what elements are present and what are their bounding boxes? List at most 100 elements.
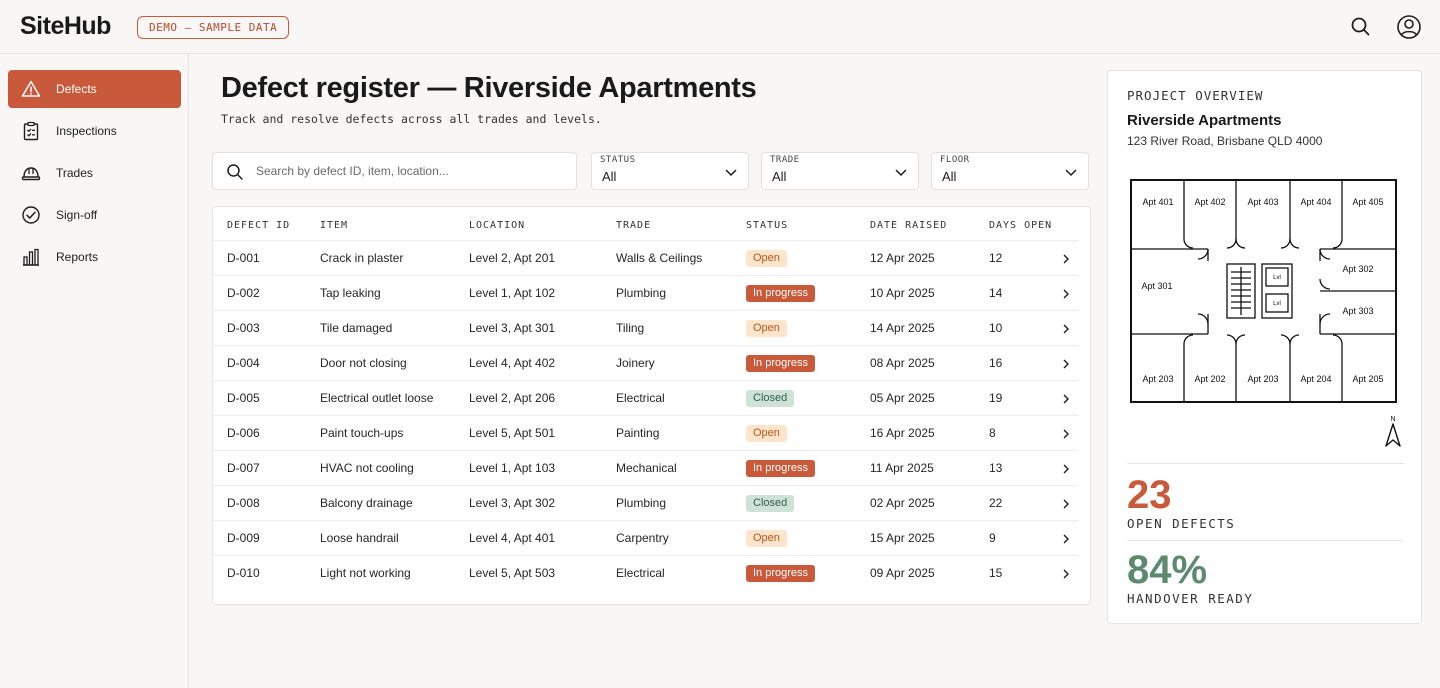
unit-label: Apt 203 bbox=[1142, 374, 1173, 384]
defect-trade: Mechanical bbox=[616, 461, 677, 475]
defect-date: 08 Apr 2025 bbox=[870, 356, 935, 370]
status-badge: Open bbox=[746, 320, 787, 337]
chevron-right-icon[interactable] bbox=[1061, 428, 1071, 440]
chevron-right-icon[interactable] bbox=[1061, 568, 1071, 580]
defect-item: HVAC not cooling bbox=[320, 461, 414, 475]
status-badge: Open bbox=[746, 425, 787, 442]
defect-days-open: 9 bbox=[989, 531, 996, 545]
table-row[interactable]: D-005 Electrical outlet loose Level 2, Apt… bbox=[213, 380, 1078, 415]
defect-days-open: 16 bbox=[989, 356, 1003, 370]
unit-label: Apt 203 bbox=[1247, 374, 1278, 384]
filter-label: STATUS bbox=[600, 155, 636, 165]
defect-trade: Plumbing bbox=[616, 496, 667, 510]
chevron-right-icon[interactable] bbox=[1061, 288, 1071, 300]
column-header[interactable]: DAYS OPEN bbox=[989, 220, 1052, 231]
defect-location: Level 4, Apt 401 bbox=[469, 531, 556, 545]
status-badge: Open bbox=[746, 530, 787, 547]
defect-item: Balcony drainage bbox=[320, 496, 413, 510]
top-bar: SiteHub DEMO — SAMPLE DATA bbox=[0, 0, 1440, 54]
filter-value: All bbox=[602, 169, 617, 184]
column-header[interactable]: STATUS bbox=[746, 220, 788, 231]
chevron-right-icon[interactable] bbox=[1061, 253, 1071, 265]
defect-date: 05 Apr 2025 bbox=[870, 391, 935, 405]
project-overview-panel: PROJECT OVERVIEW Riverside Apartments 12… bbox=[1107, 70, 1422, 624]
defect-trade: Walls & Ceilings bbox=[616, 251, 703, 265]
column-header[interactable]: DEFECT ID bbox=[227, 220, 290, 231]
hardhat-icon bbox=[21, 167, 41, 181]
column-header[interactable]: ITEM bbox=[320, 220, 348, 231]
column-header[interactable]: DATE RAISED bbox=[870, 220, 947, 231]
defect-trade: Plumbing bbox=[616, 286, 667, 300]
defect-id: D-003 bbox=[227, 321, 260, 335]
table-row[interactable]: D-009 Loose handrail Level 4, Apt 401 Carpe… bbox=[213, 520, 1078, 555]
unit-label: Apt 204 bbox=[1300, 374, 1331, 384]
floor-plan[interactable]: Apt 401 Apt 402 Apt 403 Apt 404 Apt 405 … bbox=[1130, 179, 1398, 404]
table-row[interactable]: D-004 Door not closing Level 4, Apt 402 Joi… bbox=[213, 345, 1078, 380]
defect-trade: Electrical bbox=[616, 566, 665, 580]
defect-trade: Tiling bbox=[616, 321, 645, 335]
chevron-right-icon[interactable] bbox=[1061, 463, 1071, 475]
defect-id: D-006 bbox=[227, 426, 260, 440]
status-badge: Closed bbox=[746, 495, 795, 512]
project-name: Riverside Apartments bbox=[1127, 112, 1282, 129]
trade-filter[interactable]: TRADE All bbox=[761, 152, 919, 190]
user-icon[interactable] bbox=[1396, 14, 1422, 40]
defect-item: Loose handrail bbox=[320, 531, 399, 545]
status-badge: In progress bbox=[746, 355, 816, 372]
table-row[interactable]: D-007 HVAC not cooling Level 1, Apt 103 Mec… bbox=[213, 450, 1078, 485]
defect-days-open: 22 bbox=[989, 496, 1003, 510]
chevron-right-icon[interactable] bbox=[1061, 533, 1071, 545]
filter-label: FLOOR bbox=[940, 155, 970, 165]
unit-label: Apt 302 bbox=[1342, 264, 1373, 274]
floor-filter[interactable]: FLOOR All bbox=[931, 152, 1089, 190]
defect-location: Level 4, Apt 402 bbox=[469, 356, 556, 370]
defect-location: Level 3, Apt 301 bbox=[469, 321, 556, 335]
table-row[interactable]: D-003 Tile damaged Level 3, Apt 301 Tiling 1… bbox=[213, 310, 1078, 345]
defect-item: Door not closing bbox=[320, 356, 407, 370]
defect-date: 09 Apr 2025 bbox=[870, 566, 935, 580]
filter-label: TRADE bbox=[770, 155, 800, 165]
search-icon[interactable] bbox=[1348, 14, 1374, 40]
logo[interactable]: SiteHub bbox=[20, 12, 111, 41]
table-row[interactable]: D-010 Light not working Level 5, Apt 503 El… bbox=[213, 555, 1078, 590]
chevron-right-icon[interactable] bbox=[1061, 323, 1071, 335]
column-header[interactable]: LOCATION bbox=[469, 220, 525, 231]
table-row[interactable]: D-002 Tap leaking Level 1, Apt 102 Plumbing… bbox=[213, 275, 1078, 310]
chevron-right-icon[interactable] bbox=[1061, 393, 1071, 405]
defect-trade: Electrical bbox=[616, 391, 665, 405]
sidebar-item-inspections[interactable]: Inspections bbox=[8, 112, 181, 150]
lift-label: Lvl bbox=[1273, 301, 1281, 307]
defect-days-open: 8 bbox=[989, 426, 996, 440]
check-circle-icon bbox=[22, 206, 40, 224]
table-row[interactable]: D-006 Paint touch-ups Level 5, Apt 501 Pain… bbox=[213, 415, 1078, 450]
page-subtitle: Track and resolve defects across all tra… bbox=[221, 112, 602, 126]
unit-label: Apt 401 bbox=[1142, 197, 1173, 207]
defect-location: Level 3, Apt 302 bbox=[469, 496, 556, 510]
north-label: N bbox=[1390, 416, 1395, 423]
chevron-right-icon[interactable] bbox=[1061, 358, 1071, 370]
defect-id: D-009 bbox=[227, 531, 260, 545]
defect-item: Crack in plaster bbox=[320, 251, 404, 265]
status-badge: In progress bbox=[746, 285, 816, 302]
defect-date: 02 Apr 2025 bbox=[870, 496, 935, 510]
column-header[interactable]: TRADE bbox=[616, 220, 651, 231]
sidebar-item-sign-off[interactable]: Sign-off bbox=[8, 196, 181, 234]
chevron-right-icon[interactable] bbox=[1061, 498, 1071, 510]
table-row[interactable]: D-001 Crack in plaster Level 2, Apt 201 Wal… bbox=[213, 240, 1078, 275]
filter-value: All bbox=[772, 169, 787, 184]
defect-location: Level 1, Apt 103 bbox=[469, 461, 556, 475]
unit-label: Apt 202 bbox=[1194, 374, 1225, 384]
sidebar-item-label: Defects bbox=[56, 82, 97, 96]
sidebar-item-reports[interactable]: Reports bbox=[8, 238, 181, 276]
sidebar-item-trades[interactable]: Trades bbox=[8, 154, 181, 192]
page-title: Defect register — Riverside Apartments bbox=[221, 72, 757, 104]
demo-badge: DEMO — SAMPLE DATA bbox=[137, 16, 290, 39]
table-row[interactable]: D-008 Balcony drainage Level 3, Apt 302 Plu… bbox=[213, 485, 1078, 520]
search-input[interactable] bbox=[256, 161, 566, 181]
defect-location: Level 2, Apt 201 bbox=[469, 251, 556, 265]
status-filter[interactable]: STATUS All bbox=[591, 152, 749, 190]
sidebar-item-defects[interactable]: Defects bbox=[8, 70, 181, 108]
north-arrow-icon: N bbox=[1385, 416, 1401, 447]
sidebar-item-label: Inspections bbox=[56, 124, 117, 138]
sidebar-item-label: Trades bbox=[56, 166, 93, 180]
